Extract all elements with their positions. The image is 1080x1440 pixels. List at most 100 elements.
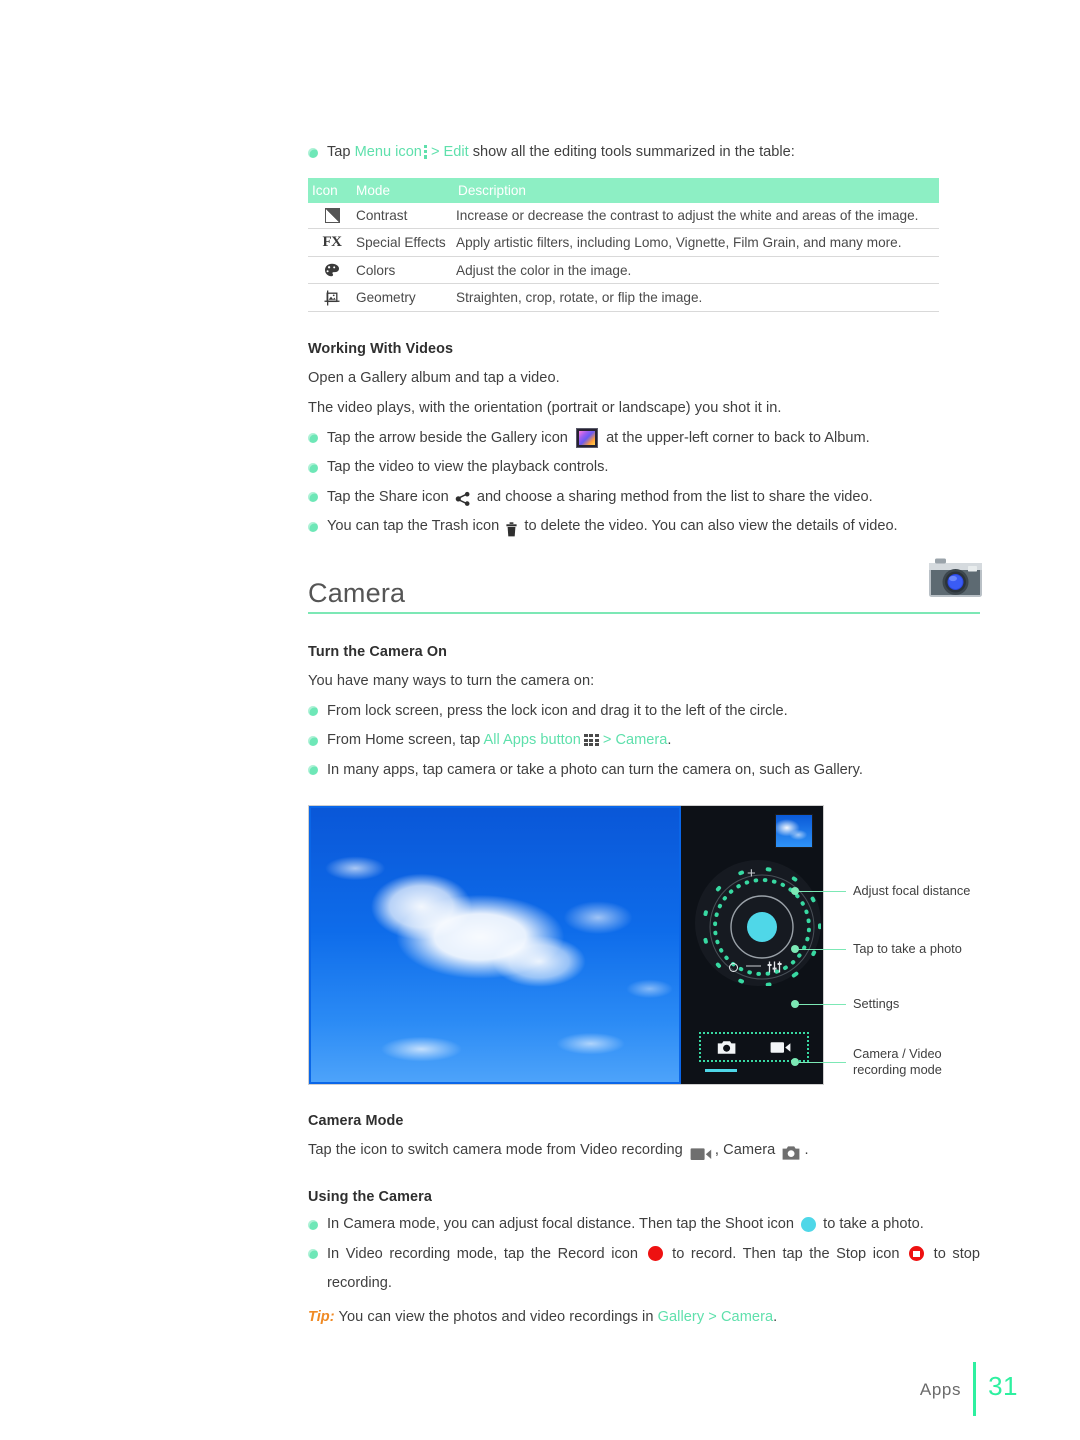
- intro-bullet: Tap Menu icon > Edit show all the editing…: [308, 138, 980, 168]
- videos-paragraph-1: Open a Gallery album and tap a video.: [308, 369, 560, 386]
- record-icon: [647, 1246, 663, 1262]
- footer-divider: [973, 1362, 977, 1416]
- videos-bullet-1: Tap the arrow beside the Gallery icon at…: [308, 424, 980, 454]
- bullet-dot-icon: [308, 147, 318, 158]
- page-number: 31: [988, 1371, 1018, 1401]
- menu-kebab-icon: [423, 144, 428, 160]
- camera-app-icon: [927, 556, 984, 600]
- videos-bullet-4-text: You can tap the Trash icon to delete the…: [327, 512, 980, 542]
- bullet-dot-icon: [308, 492, 318, 503]
- video-mode-icon[interactable]: [770, 1041, 791, 1054]
- callout-line-3: [798, 1003, 846, 1006]
- videos-bullet-1-text: Tap the arrow beside the Gallery icon at…: [327, 424, 980, 454]
- editing-tools-table: Icon Mode Description Contrast Increase …: [308, 177, 939, 312]
- videos-bullet-3: Tap the Share icon and choose a sharing …: [308, 483, 980, 513]
- callout-tap-to-take-photo: Tap to take a photo: [853, 941, 962, 957]
- table-row: Geometry Straighten, crop, rotate, or fl…: [308, 283, 939, 312]
- camera-bullet-2-text: From Home screen, tap All Apps button > C…: [327, 726, 980, 756]
- cell-description: Straighten, crop, rotate, or flip the im…: [456, 283, 939, 312]
- last-photo-thumbnail[interactable]: [775, 814, 813, 849]
- camera-still-icon: [782, 1142, 801, 1160]
- settings-sliders-icon[interactable]: [767, 960, 782, 973]
- videos-bullet-3-text: Tap the Share icon and choose a sharing …: [327, 483, 980, 513]
- intro-prefix: Tap: [327, 144, 355, 160]
- edit-label: > Edit: [430, 144, 469, 160]
- page-title: Camera: [308, 577, 406, 608]
- all-apps-button-label[interactable]: All Apps button: [484, 732, 581, 748]
- tip-link[interactable]: Gallery > Camera: [658, 1309, 774, 1325]
- turn-camera-on-intro: You have many ways to turn the camera on…: [308, 672, 595, 689]
- sky-photo: [311, 808, 679, 1083]
- videos-bullet-4: You can tap the Trash icon to delete the…: [308, 512, 980, 542]
- videos-b3-a: Tap the Share icon: [327, 488, 449, 505]
- using-b2-a: In Video recording mode, tap the Record …: [327, 1245, 638, 1262]
- using-bullet-1-text: In Camera mode, you can adjust focal dis…: [327, 1210, 980, 1240]
- bullet-dot-icon: [308, 462, 318, 473]
- focus-plus-icon[interactable]: +: [747, 866, 756, 881]
- tip-line: Tip: You can view the photos and video r…: [308, 1302, 980, 1332]
- bullet-dot-icon: [308, 1219, 318, 1230]
- camera-mode-heading: Camera Mode: [308, 1113, 404, 1130]
- callout-4-line-2: recording mode: [853, 1062, 942, 1078]
- bullet-dot-icon: [308, 1249, 318, 1260]
- camera-bullet-3-text: In many apps, tap camera or take a photo…: [327, 761, 863, 778]
- table-row: Colors Adjust the color in the image.: [308, 256, 939, 285]
- colors-palette-icon: [324, 263, 340, 278]
- page-footer: Apps 31: [919, 1348, 1018, 1416]
- bullet-dot-icon: [308, 765, 318, 776]
- videos-b4-a: You can tap the Trash icon: [327, 518, 500, 535]
- cell-description: Apply artistic filters, including Lomo, …: [456, 228, 939, 258]
- videos-b4-b: to delete the video. You can also view t…: [524, 518, 898, 535]
- cell-icon: [308, 202, 356, 230]
- header-icon: Icon: [308, 177, 356, 203]
- using-bullet-2-text: In Video recording mode, tap the Record …: [327, 1240, 980, 1299]
- camera-link-label[interactable]: > Camera: [603, 732, 667, 748]
- camera-preview: [309, 806, 681, 1085]
- camera-bullet-1: From lock screen, press the lock icon an…: [308, 697, 980, 727]
- videos-paragraph-2: The video plays, with the orientation (p…: [308, 399, 782, 416]
- cell-icon: [308, 283, 356, 312]
- camera-controls-panel: + —: [681, 806, 823, 1085]
- intro-bullet-text: Tap Menu icon > Edit show all the editing…: [327, 138, 980, 168]
- gallery-icon: [576, 427, 598, 448]
- video-recording-icon: [690, 1143, 712, 1160]
- footer-section-label: Apps: [919, 1380, 962, 1399]
- using-bullet-1: In Camera mode, you can adjust focal dis…: [308, 1210, 980, 1240]
- callout-line-2: [798, 948, 846, 951]
- bullet-dot-icon: [308, 706, 318, 717]
- camera-b2-end: .: [667, 732, 672, 749]
- camera-bullet-3: In many apps, tap camera or take a photo…: [308, 756, 980, 786]
- focus-minus-icon[interactable]: —: [746, 958, 761, 973]
- mode-active-indicator: [705, 1069, 737, 1073]
- callout-line-1: [798, 890, 846, 893]
- manual-page: Tap Menu icon > Edit show all the editing…: [0, 0, 1080, 1440]
- turn-camera-on-heading: Turn the Camera On: [308, 643, 448, 660]
- videos-bullet-2-text: Tap the video to view the playback contr…: [327, 459, 609, 476]
- header-mode: Mode: [356, 177, 456, 203]
- camera-dial: + —: [695, 860, 821, 987]
- videos-b3-b: and choose a sharing method from the lis…: [476, 488, 873, 505]
- shoot-icon: [801, 1216, 817, 1232]
- page-content: Tap Menu icon > Edit show all the editing…: [308, 0, 982, 1332]
- title-underline: [308, 611, 980, 614]
- cell-mode: Colors: [356, 256, 456, 285]
- using-bullet-2: In Video recording mode, tap the Record …: [308, 1240, 980, 1299]
- trash-icon: [506, 519, 517, 537]
- videos-b1-b: at the upper-left corner to back to Albu…: [606, 429, 870, 446]
- tip-text: You can view the photos and video record…: [334, 1308, 658, 1325]
- table-header-row: Icon Mode Description: [308, 177, 939, 203]
- using-b1-a: In Camera mode, you can adjust focal dis…: [327, 1216, 795, 1233]
- working-with-videos-heading: Working With Videos: [308, 340, 454, 357]
- camera-mode-icon[interactable]: [717, 1040, 737, 1055]
- fx-icon: FX: [322, 234, 343, 251]
- cell-icon: [308, 256, 356, 285]
- callout-4-line-1: Camera / Video: [853, 1046, 942, 1062]
- bullet-dot-icon: [308, 521, 318, 532]
- cell-mode: Geometry: [356, 283, 456, 312]
- all-apps-grid-icon[interactable]: [583, 734, 599, 747]
- camera-screenshot-figure: + — Adjust focal distance Tap to take a …: [308, 805, 980, 1097]
- contrast-icon: [324, 208, 340, 224]
- header-description: Description: [456, 177, 939, 203]
- tip-label: Tip:: [308, 1308, 335, 1325]
- camera-mode-line-b: , Camera: [714, 1142, 776, 1159]
